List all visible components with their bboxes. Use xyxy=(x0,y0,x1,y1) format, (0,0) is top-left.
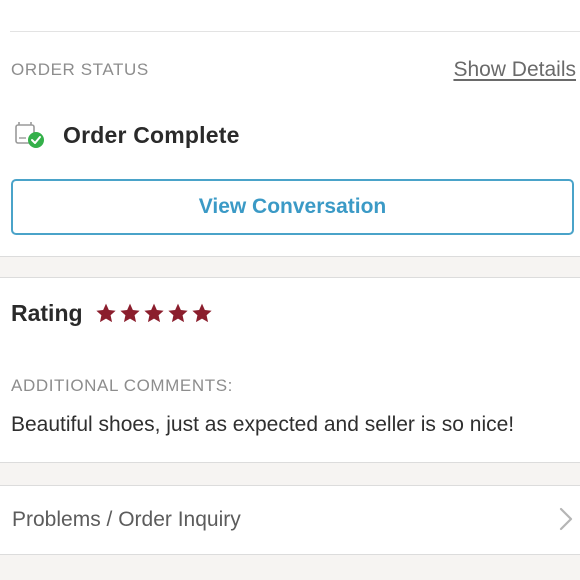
star-icon xyxy=(167,303,188,323)
section-separator xyxy=(0,462,580,486)
star-icon xyxy=(95,303,116,323)
order-complete-icon xyxy=(14,119,48,151)
rating-label: Rating xyxy=(11,299,83,326)
order-status-row: Order Complete xyxy=(14,118,240,152)
problems-order-inquiry-row[interactable]: Problems / Order Inquiry xyxy=(0,486,580,553)
order-status-text: Order Complete xyxy=(63,121,240,148)
additional-comments-text: Beautiful shoes, just as expected and se… xyxy=(11,413,515,436)
problems-order-inquiry-label: Problems / Order Inquiry xyxy=(12,507,241,531)
rating-row: Rating xyxy=(11,296,215,330)
bottom-band xyxy=(0,554,580,580)
rating-stars xyxy=(95,302,215,324)
chevron-right-icon xyxy=(558,506,574,532)
additional-comments-label: ADDITIONAL COMMENTS: xyxy=(11,376,233,395)
top-divider xyxy=(10,31,580,32)
star-icon xyxy=(191,303,212,323)
section-separator xyxy=(0,256,580,278)
view-conversation-button[interactable]: View Conversation xyxy=(11,179,574,235)
star-icon xyxy=(119,303,140,323)
order-details-page: ORDER STATUS Show Details Order Complete… xyxy=(0,0,580,580)
order-status-label: ORDER STATUS xyxy=(11,60,149,79)
show-details-link[interactable]: Show Details xyxy=(453,58,576,82)
order-status-header: ORDER STATUS Show Details xyxy=(11,58,576,84)
star-icon xyxy=(143,303,164,323)
